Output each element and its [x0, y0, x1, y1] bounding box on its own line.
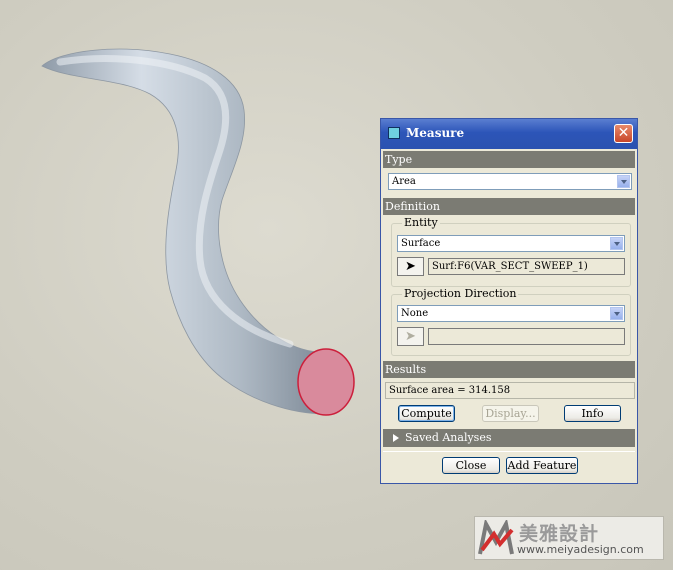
type-select[interactable]: Area — [388, 173, 632, 190]
compute-button[interactable]: Compute — [398, 405, 455, 422]
projection-select-value: None — [401, 308, 429, 319]
close-icon[interactable]: ✕ — [614, 124, 633, 143]
chevron-down-icon[interactable] — [617, 175, 630, 188]
projection-group-label: Projection Direction — [402, 287, 519, 300]
entity-picker-button[interactable]: ➤ — [397, 257, 424, 276]
watermark-text: 美雅設計 — [519, 523, 600, 545]
measure-dialog: Measure ✕ Type Area Definition Entity Su… — [380, 118, 638, 484]
sweep-end-face[interactable] — [297, 348, 355, 416]
projection-select[interactable]: None — [397, 305, 625, 322]
meiya-logo-icon — [478, 520, 514, 555]
projection-group: Projection Direction None ➤ — [391, 287, 631, 356]
entity-selection-field[interactable]: Surf:F6(VAR_SECT_SWEEP_1) — [428, 258, 625, 275]
arrow-cursor-icon: ➤ — [405, 329, 416, 344]
arrow-cursor-icon: ➤ — [405, 259, 416, 274]
triangle-right-icon — [393, 434, 399, 442]
projection-picker-button[interactable]: ➤ — [397, 327, 424, 346]
section-type: Type — [383, 151, 635, 168]
entity-select[interactable]: Surface — [397, 235, 625, 252]
sweep-body[interactable] — [41, 48, 327, 415]
chevron-down-icon[interactable] — [610, 237, 623, 250]
chevron-down-icon[interactable] — [610, 307, 623, 320]
entity-group-label: Entity — [402, 216, 440, 229]
watermark-url: www.meiyadesign.com — [517, 543, 644, 556]
section-definition: Definition — [383, 198, 635, 215]
section-results: Results — [383, 361, 635, 378]
saved-analyses-toggle[interactable]: Saved Analyses — [383, 429, 635, 447]
add-feature-button[interactable]: Add Feature — [506, 457, 578, 474]
projection-selection-field[interactable] — [428, 328, 625, 345]
type-select-value: Area — [392, 176, 416, 187]
saved-analyses-label: Saved Analyses — [405, 431, 492, 444]
dialog-title: Measure — [406, 126, 465, 140]
divider — [383, 451, 635, 452]
entity-group: Entity Surface ➤ Surf:F6(VAR_SECT_SWEEP_… — [391, 216, 631, 287]
window-icon — [388, 127, 400, 139]
display-button[interactable]: Display... — [482, 405, 539, 422]
close-button[interactable]: Close — [442, 457, 500, 474]
info-button[interactable]: Info — [564, 405, 621, 422]
entity-select-value: Surface — [401, 238, 441, 249]
results-value: Surface area = 314.158 — [385, 382, 635, 399]
swept-surface-model[interactable] — [41, 48, 355, 416]
dialog-titlebar[interactable]: Measure ✕ — [381, 119, 637, 149]
watermark-logo: 美雅設計 www.meiyadesign.com — [474, 516, 664, 560]
